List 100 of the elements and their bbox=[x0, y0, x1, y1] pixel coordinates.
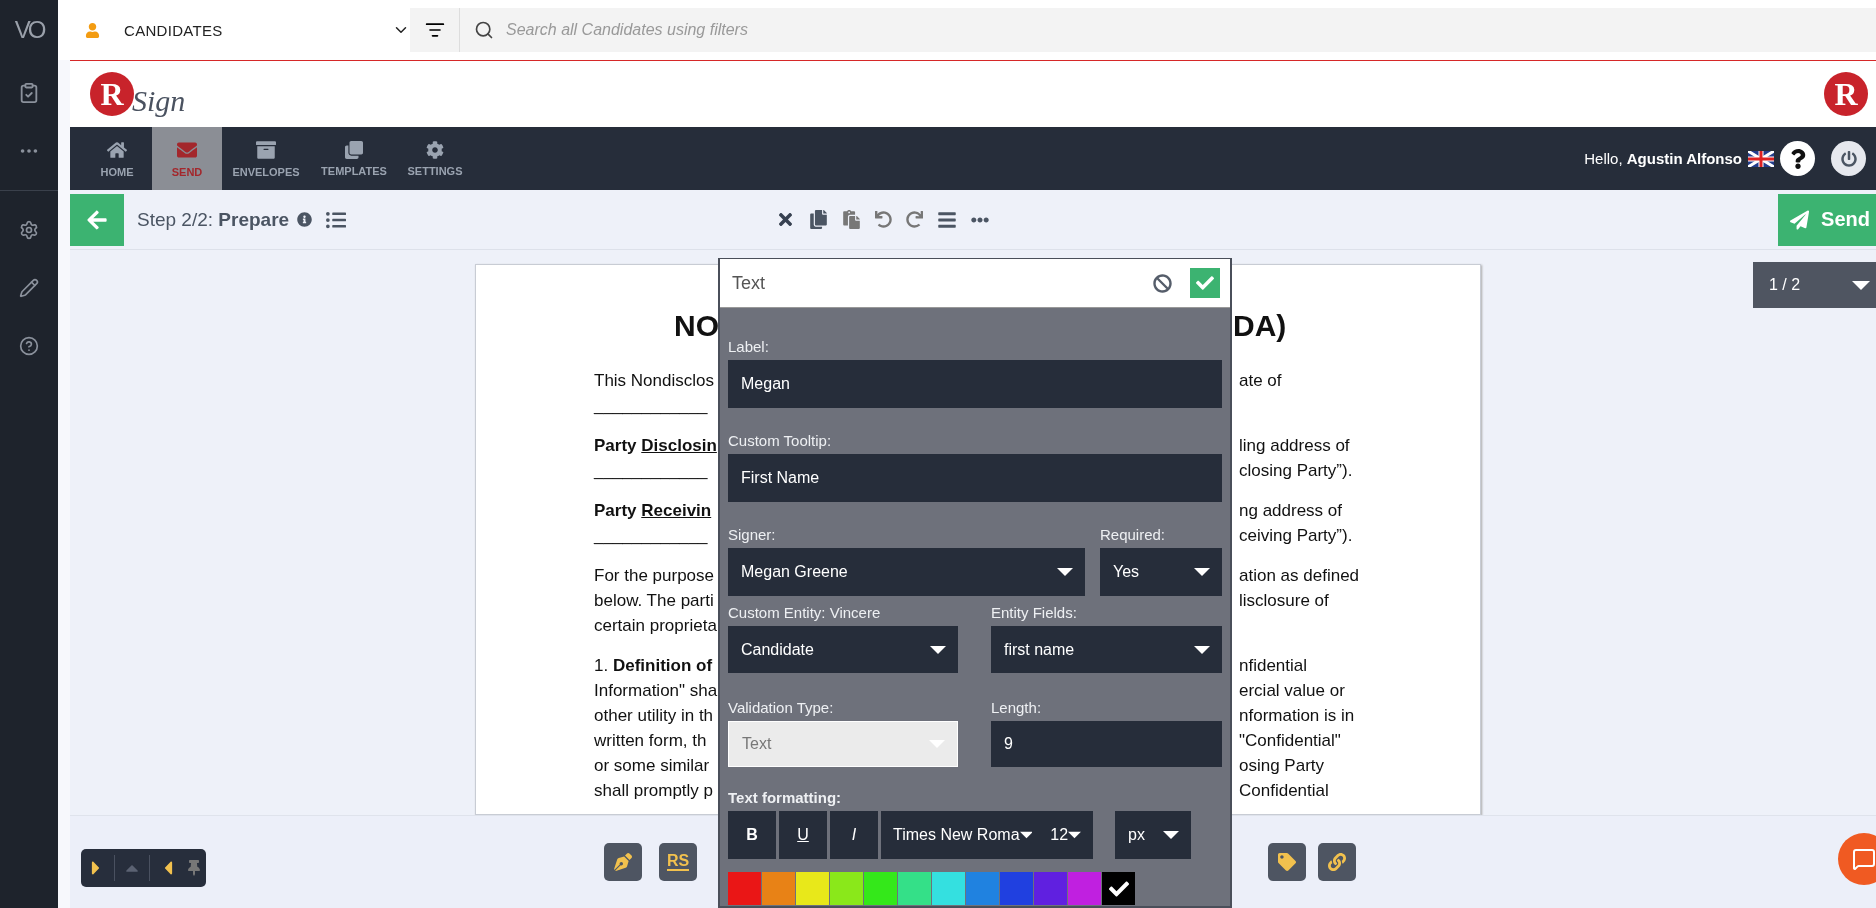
initials-tool-button[interactable]: RS bbox=[659, 843, 697, 881]
settings-icon bbox=[426, 140, 444, 159]
check-icon bbox=[1196, 274, 1214, 292]
link-icon bbox=[1328, 853, 1346, 871]
document-text: or some similar bbox=[594, 755, 710, 776]
paper-plane-icon bbox=[1790, 209, 1810, 230]
arrow-left-icon bbox=[86, 208, 108, 231]
field-label: Validation Type: bbox=[728, 699, 835, 716]
settings-icon[interactable] bbox=[19, 220, 39, 240]
color-swatch[interactable] bbox=[1000, 872, 1033, 905]
lines-icon[interactable] bbox=[937, 209, 958, 230]
info-icon[interactable] bbox=[297, 212, 313, 227]
rsign-logo: R Sign bbox=[90, 68, 186, 120]
cancel-icon[interactable] bbox=[1153, 273, 1172, 293]
caret-icon bbox=[1019, 831, 1033, 839]
document-text: For the purpose bbox=[594, 565, 714, 586]
unit-select[interactable]: px bbox=[1115, 811, 1191, 859]
document-text: Party Receivin bbox=[594, 500, 712, 521]
nav-tab[interactable]: HOME bbox=[82, 127, 152, 190]
nav-tab[interactable]: TEMPLATES bbox=[310, 127, 398, 190]
tooltip-input[interactable]: First Name bbox=[728, 454, 1222, 502]
document-text: below. The parti bbox=[594, 590, 714, 611]
help-icon[interactable] bbox=[19, 336, 39, 356]
flag-icon[interactable] bbox=[1748, 150, 1774, 167]
document-text: Information" sha bbox=[594, 680, 718, 701]
document-text: This Nondisclos bbox=[594, 370, 714, 391]
document-text: ate of bbox=[1238, 370, 1283, 391]
nav-tab[interactable]: SETTINGS bbox=[398, 127, 472, 190]
document-text: nfidential bbox=[1238, 655, 1309, 676]
document-text: shall promptly p bbox=[594, 780, 714, 801]
field-label: Custom Entity: Vincere bbox=[728, 604, 882, 621]
color-swatch[interactable] bbox=[728, 872, 761, 905]
color-swatch[interactable] bbox=[830, 872, 863, 905]
document-text: 1. Definition of bbox=[594, 655, 713, 676]
font-select[interactable]: Times New Roma 12 bbox=[881, 811, 1093, 859]
color-swatch[interactable] bbox=[932, 872, 965, 905]
clipboard-icon[interactable] bbox=[18, 82, 40, 104]
document-title: NO bbox=[674, 309, 719, 343]
power-button[interactable] bbox=[1831, 141, 1866, 176]
entity-select[interactable]: Candidate bbox=[728, 626, 958, 673]
back-button[interactable] bbox=[70, 193, 124, 246]
brand-logo[interactable]: VO bbox=[14, 12, 44, 48]
italic-button[interactable]: I bbox=[830, 811, 878, 859]
underline-button[interactable]: U bbox=[779, 811, 827, 859]
filter-button[interactable] bbox=[410, 8, 460, 52]
list-icon[interactable] bbox=[326, 209, 347, 230]
panel-title: Text bbox=[732, 272, 766, 294]
bold-button[interactable]: B bbox=[728, 811, 776, 859]
search-field[interactable]: Search all Candidates using filters bbox=[460, 8, 1876, 52]
required-select[interactable]: Yes bbox=[1100, 548, 1222, 596]
pin-icon[interactable] bbox=[186, 860, 203, 876]
chat-button[interactable] bbox=[1838, 833, 1876, 885]
caret-icon bbox=[930, 645, 946, 654]
length-input[interactable]: 9 bbox=[991, 721, 1222, 767]
color-swatch[interactable] bbox=[1068, 872, 1101, 905]
color-swatch[interactable] bbox=[762, 872, 795, 905]
help-button[interactable] bbox=[1780, 141, 1815, 176]
link-tool-button[interactable] bbox=[1318, 843, 1356, 881]
color-swatch[interactable] bbox=[898, 872, 931, 905]
caret-icon bbox=[1057, 568, 1073, 576]
greeting-text: Hello, Agustin Alfonso bbox=[1584, 150, 1742, 167]
field-label: Custom Tooltip: bbox=[728, 432, 833, 449]
document-text: "Confidential" bbox=[1238, 730, 1342, 751]
paste-icon[interactable] bbox=[842, 210, 862, 229]
confirm-button[interactable] bbox=[1190, 268, 1220, 298]
color-swatch[interactable] bbox=[1034, 872, 1067, 905]
filter-icon bbox=[424, 20, 445, 40]
color-swatch[interactable] bbox=[1102, 872, 1135, 905]
tag-tool-button[interactable] bbox=[1268, 843, 1306, 881]
tag-icon bbox=[1278, 853, 1296, 871]
corner-logo: R bbox=[1824, 72, 1868, 116]
undo-icon[interactable] bbox=[875, 211, 893, 228]
label-input[interactable]: Megan bbox=[728, 360, 1222, 408]
document-text: ng address of bbox=[1238, 500, 1343, 521]
document-text: Confidential bbox=[1238, 780, 1330, 801]
nav-tab[interactable]: ENVELOPES bbox=[222, 127, 310, 190]
document-text: ercial value or bbox=[1238, 680, 1346, 701]
person-icon bbox=[85, 22, 100, 38]
pencil-icon[interactable] bbox=[19, 278, 39, 298]
document-text: other utility in th bbox=[594, 705, 714, 726]
caret-icon bbox=[1852, 280, 1870, 290]
copy-icon[interactable] bbox=[809, 210, 829, 229]
signer-select[interactable]: Megan Greene bbox=[728, 548, 1085, 596]
document-title: DA) bbox=[1233, 309, 1288, 343]
inbox-icon bbox=[256, 139, 276, 160]
caret-icon bbox=[1194, 645, 1210, 654]
redo-icon[interactable] bbox=[906, 211, 924, 228]
color-swatch[interactable] bbox=[864, 872, 897, 905]
color-swatch[interactable] bbox=[966, 872, 999, 905]
search-input[interactable]: Search all Candidates using filters bbox=[494, 20, 1876, 40]
field-label: Label: bbox=[728, 338, 770, 355]
color-swatch[interactable] bbox=[796, 872, 829, 905]
module-selector[interactable]: CANDIDATES bbox=[124, 21, 368, 39]
entity-field-select[interactable]: first name bbox=[991, 626, 1222, 673]
document-text: ____________ bbox=[594, 395, 708, 416]
caret-icon bbox=[1194, 568, 1210, 576]
page-selector[interactable]: 1 / 2 bbox=[1753, 262, 1876, 308]
signature-tool-button[interactable] bbox=[604, 843, 642, 881]
step-title: Step 2/2: Prepare bbox=[137, 208, 290, 231]
document-text: ation as defined bbox=[1238, 565, 1361, 586]
